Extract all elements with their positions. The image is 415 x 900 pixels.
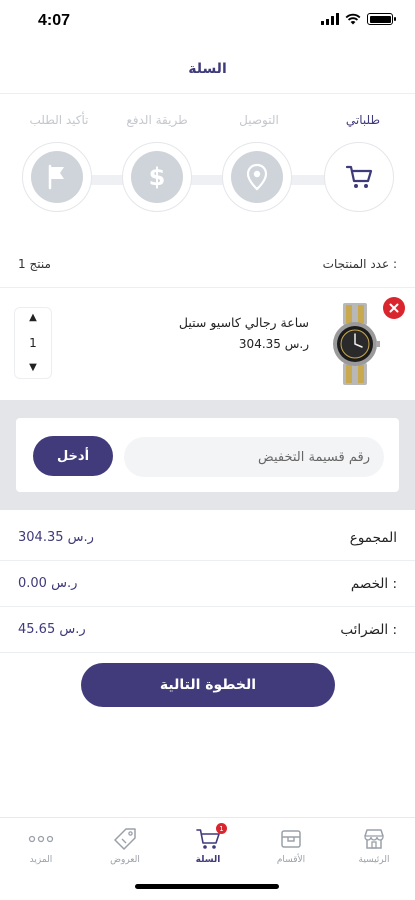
taxes-value: 45.65 ر.س — [18, 622, 86, 637]
tab-home-label: الرئيسية — [358, 855, 390, 865]
page-title: السلة — [188, 60, 227, 77]
tab-categories-label: الأقسام — [276, 855, 306, 865]
coupon-card: أدخل — [16, 418, 399, 492]
products-count-label: عدد المنتجات : — [322, 256, 397, 271]
tab-cart[interactable]: 1 السلة — [168, 823, 248, 872]
battery-icon — [367, 13, 396, 25]
products-count-row: 1 منتج عدد المنتجات : — [0, 240, 415, 288]
tab-home[interactable]: الرئيسية — [334, 826, 414, 872]
status-bar: 4:07 — [0, 0, 415, 44]
app-header: السلة — [0, 44, 415, 94]
checkout-steps: تأكيد الطلب طريقة الدفع التوصيل طلباتي $ — [0, 95, 415, 230]
tab-offers[interactable]: العروض — [85, 826, 165, 872]
cart-icon — [345, 165, 373, 188]
tab-categories[interactable]: الأقسام — [251, 826, 331, 872]
discount-value: 0.00 ر.س — [18, 576, 78, 591]
signal-icon — [321, 13, 339, 25]
close-icon — [389, 303, 399, 313]
tab-offers-label: العروض — [110, 855, 140, 865]
discount-label: الخصم : — [350, 575, 397, 592]
tag-icon — [114, 828, 136, 850]
total-label: المجموع — [349, 529, 397, 546]
dollar-icon: $ — [149, 163, 166, 191]
quantity-increase-button[interactable]: ▲ — [29, 312, 37, 324]
summary-discount-row: 0.00 ر.س الخصم : — [0, 561, 415, 607]
more-dots-icon — [28, 835, 54, 843]
status-icons — [321, 13, 396, 25]
product-name: ساعة رجالي كاسيو ستيل — [178, 315, 309, 330]
svg-text:$: $ — [149, 163, 166, 191]
summary-taxes-row: 45.65 ر.س الضرائب : — [0, 607, 415, 653]
step-delivery[interactable] — [222, 142, 292, 212]
summary-total-row: 304.35 ر.س المجموع — [0, 515, 415, 561]
apply-coupon-button[interactable]: أدخل — [33, 436, 113, 476]
step-label-orders: طلباتي — [345, 113, 381, 127]
box-icon — [281, 830, 301, 848]
product-price: 304.35 ر.س — [238, 337, 309, 351]
products-count-value: 1 منتج — [18, 256, 51, 271]
taxes-label: الضرائب : — [340, 621, 397, 638]
step-connector — [62, 175, 356, 185]
product-image[interactable] — [325, 301, 385, 387]
tab-more[interactable]: المزيد — [1, 826, 81, 872]
tab-cart-label: السلة — [195, 855, 221, 865]
coupon-code-input[interactable] — [124, 437, 384, 477]
total-value: 304.35 ر.س — [18, 530, 94, 545]
quantity-decrease-button[interactable]: ▼ — [29, 362, 37, 374]
location-pin-icon — [246, 163, 268, 191]
cart-item: ▲ 1 ▼ ساعة رجالي كاسيو ستيل 304.35 ر.س — [0, 289, 415, 399]
quantity-stepper: ▲ 1 ▼ — [14, 307, 52, 379]
step-confirm[interactable] — [22, 142, 92, 212]
flag-icon — [48, 164, 64, 190]
remove-item-button[interactable] — [383, 297, 405, 319]
step-label-delivery: التوصيل — [239, 113, 279, 127]
quantity-value: 1 — [29, 336, 37, 350]
status-time: 4:07 — [38, 12, 71, 29]
step-label-confirm: تأكيد الطلب — [29, 113, 89, 127]
tab-more-label: المزيد — [29, 855, 53, 865]
home-indicator — [135, 884, 279, 889]
step-label-payment: طريقة الدفع — [126, 113, 188, 127]
cart-badge: 1 — [216, 823, 227, 834]
step-orders[interactable] — [324, 142, 394, 212]
wifi-icon — [345, 13, 361, 25]
coupon-section: أدخل — [0, 400, 415, 510]
step-payment[interactable]: $ — [122, 142, 192, 212]
store-icon — [364, 829, 384, 849]
next-step-button[interactable]: الخطوة التالية — [81, 663, 335, 707]
